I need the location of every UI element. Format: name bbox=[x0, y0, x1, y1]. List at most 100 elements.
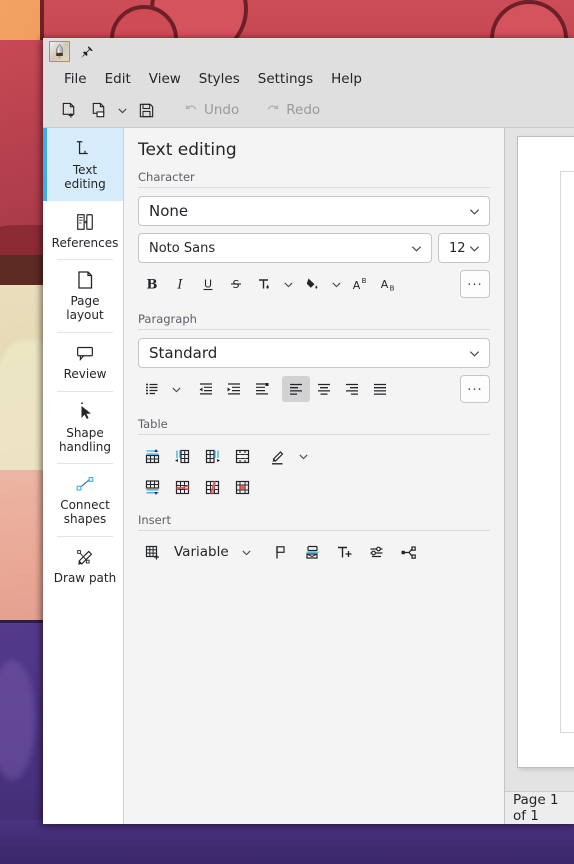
svg-text:B: B bbox=[147, 278, 158, 293]
paragraph-group-label: Paragraph bbox=[138, 312, 197, 326]
merge-cells-button[interactable] bbox=[228, 444, 256, 468]
pin-icon[interactable] bbox=[78, 43, 96, 61]
sidebar-item-review[interactable]: Review bbox=[43, 331, 123, 391]
page-indicator: Page 1 of 1 bbox=[513, 792, 559, 824]
strikethrough-button[interactable]: S bbox=[222, 271, 250, 297]
decrease-indent-button[interactable] bbox=[192, 376, 220, 402]
character-more-button[interactable]: ... bbox=[460, 270, 490, 298]
svg-text:I: I bbox=[176, 278, 183, 293]
connector-line-icon bbox=[74, 473, 96, 495]
page-title: Text editing bbox=[138, 140, 237, 160]
font-family-value: Noto Sans bbox=[149, 240, 216, 256]
calligra-words-icon bbox=[49, 41, 70, 62]
undo-button[interactable]: Undo bbox=[179, 99, 247, 121]
insert-link-button[interactable] bbox=[395, 540, 423, 564]
tool-options-panel: Text editing Character None Noto Sans 12… bbox=[124, 128, 505, 824]
superscript-button[interactable]: A B bbox=[346, 271, 374, 297]
insert-text-button[interactable] bbox=[331, 540, 359, 564]
underline-button[interactable]: U bbox=[194, 271, 222, 297]
font-size-combo[interactable]: 12 bbox=[438, 233, 490, 263]
pointer-arrow-icon bbox=[75, 401, 95, 423]
delete-row-button[interactable] bbox=[168, 475, 196, 499]
application-window: File Edit View Styles Settings Help Undo… bbox=[43, 38, 574, 824]
text-color-button[interactable] bbox=[250, 271, 278, 297]
sidebar-item-page-layout[interactable]: Page layout bbox=[43, 259, 123, 332]
chevron-down-icon bbox=[468, 205, 481, 218]
align-right-button[interactable] bbox=[338, 376, 366, 402]
chevron-down-icon bbox=[468, 347, 481, 360]
italic-button[interactable]: I bbox=[166, 271, 194, 297]
divider bbox=[138, 434, 490, 435]
bold-button[interactable]: B bbox=[138, 271, 166, 297]
paragraph-more-button[interactable]: ... bbox=[460, 375, 490, 403]
highlight-color-button[interactable] bbox=[298, 271, 326, 297]
new-document-icon[interactable] bbox=[53, 97, 83, 123]
insert-variable-label[interactable]: Variable bbox=[170, 544, 233, 560]
font-family-combo[interactable]: Noto Sans bbox=[138, 233, 432, 263]
text-frame[interactable] bbox=[560, 171, 574, 733]
sidebar-item-draw-path[interactable]: Draw path bbox=[43, 535, 123, 595]
sidebar-item-references[interactable]: References bbox=[43, 201, 123, 260]
character-format-buttons: B I U S bbox=[138, 270, 490, 298]
insert-row-above-button[interactable] bbox=[138, 444, 166, 468]
undo-arrow-icon bbox=[183, 102, 199, 118]
sidebar-item-text-editing[interactable]: Text editing bbox=[43, 128, 123, 201]
table-border-dropdown[interactable] bbox=[293, 443, 313, 469]
align-left-button[interactable] bbox=[282, 376, 310, 402]
change-text-direction-button[interactable] bbox=[248, 376, 276, 402]
font-size-value: 12 bbox=[449, 240, 466, 256]
sidebar-item-label: Page layout bbox=[66, 294, 104, 323]
highlight-color-dropdown[interactable] bbox=[326, 271, 346, 297]
character-style-combo[interactable]: None bbox=[138, 196, 490, 226]
chevron-down-icon[interactable] bbox=[113, 97, 131, 123]
divider bbox=[138, 530, 490, 531]
delete-column-button[interactable] bbox=[198, 475, 226, 499]
save-icon[interactable] bbox=[131, 97, 161, 123]
insert-column-left-button[interactable] bbox=[168, 444, 196, 468]
character-style-value: None bbox=[149, 202, 189, 220]
menu-edit[interactable]: Edit bbox=[96, 68, 140, 90]
subscript-button[interactable]: A B bbox=[374, 271, 402, 297]
align-justify-button[interactable] bbox=[366, 376, 394, 402]
sidebar-item-label: Connect shapes bbox=[60, 498, 110, 527]
menu-settings[interactable]: Settings bbox=[249, 68, 322, 90]
menu-view[interactable]: View bbox=[140, 68, 190, 90]
chevron-down-icon bbox=[410, 242, 423, 255]
table-border-pen-button[interactable] bbox=[263, 444, 291, 468]
references-icon bbox=[74, 211, 96, 233]
window-body: Text editing References Page layout Revi… bbox=[43, 128, 574, 824]
draw-path-pencil-icon bbox=[74, 546, 96, 568]
insert-column-right-button[interactable] bbox=[198, 444, 226, 468]
insert-bookmark-button[interactable] bbox=[267, 540, 295, 564]
chevron-down-icon[interactable] bbox=[237, 539, 257, 565]
insert-row-below-button[interactable] bbox=[138, 475, 166, 499]
page-sheet[interactable] bbox=[517, 136, 574, 768]
text-cursor-icon bbox=[74, 138, 96, 160]
align-center-button[interactable] bbox=[310, 376, 338, 402]
svg-text:B: B bbox=[362, 277, 367, 285]
wallpaper-bottom-band bbox=[0, 820, 574, 864]
menu-styles[interactable]: Styles bbox=[190, 68, 249, 90]
open-document-icon[interactable] bbox=[83, 97, 113, 123]
list-style-button[interactable] bbox=[138, 376, 166, 402]
divider bbox=[138, 329, 490, 330]
window-titlebar bbox=[43, 38, 574, 65]
list-style-dropdown[interactable] bbox=[166, 376, 186, 402]
insert-section-button[interactable] bbox=[299, 540, 327, 564]
paragraph-style-combo[interactable]: Standard bbox=[138, 338, 490, 368]
menu-file[interactable]: File bbox=[55, 68, 96, 90]
text-color-dropdown[interactable] bbox=[278, 271, 298, 297]
svg-text:U: U bbox=[204, 278, 212, 291]
insert-group-label: Insert bbox=[138, 513, 171, 527]
insert-custom-variable-button[interactable] bbox=[363, 540, 391, 564]
increase-indent-button[interactable] bbox=[220, 376, 248, 402]
sidebar-item-connect-shapes[interactable]: Connect shapes bbox=[43, 463, 123, 536]
redo-button[interactable]: Redo bbox=[261, 99, 328, 121]
delete-table-button[interactable] bbox=[228, 475, 256, 499]
sidebar-item-label: Shape handling bbox=[58, 425, 112, 454]
menu-help[interactable]: Help bbox=[322, 68, 371, 90]
insert-table-button[interactable] bbox=[138, 540, 166, 564]
document-scroll-area[interactable] bbox=[505, 128, 574, 791]
menubar: File Edit View Styles Settings Help bbox=[43, 65, 574, 93]
sidebar-item-shape-handling[interactable]: Shape handling bbox=[43, 390, 123, 464]
